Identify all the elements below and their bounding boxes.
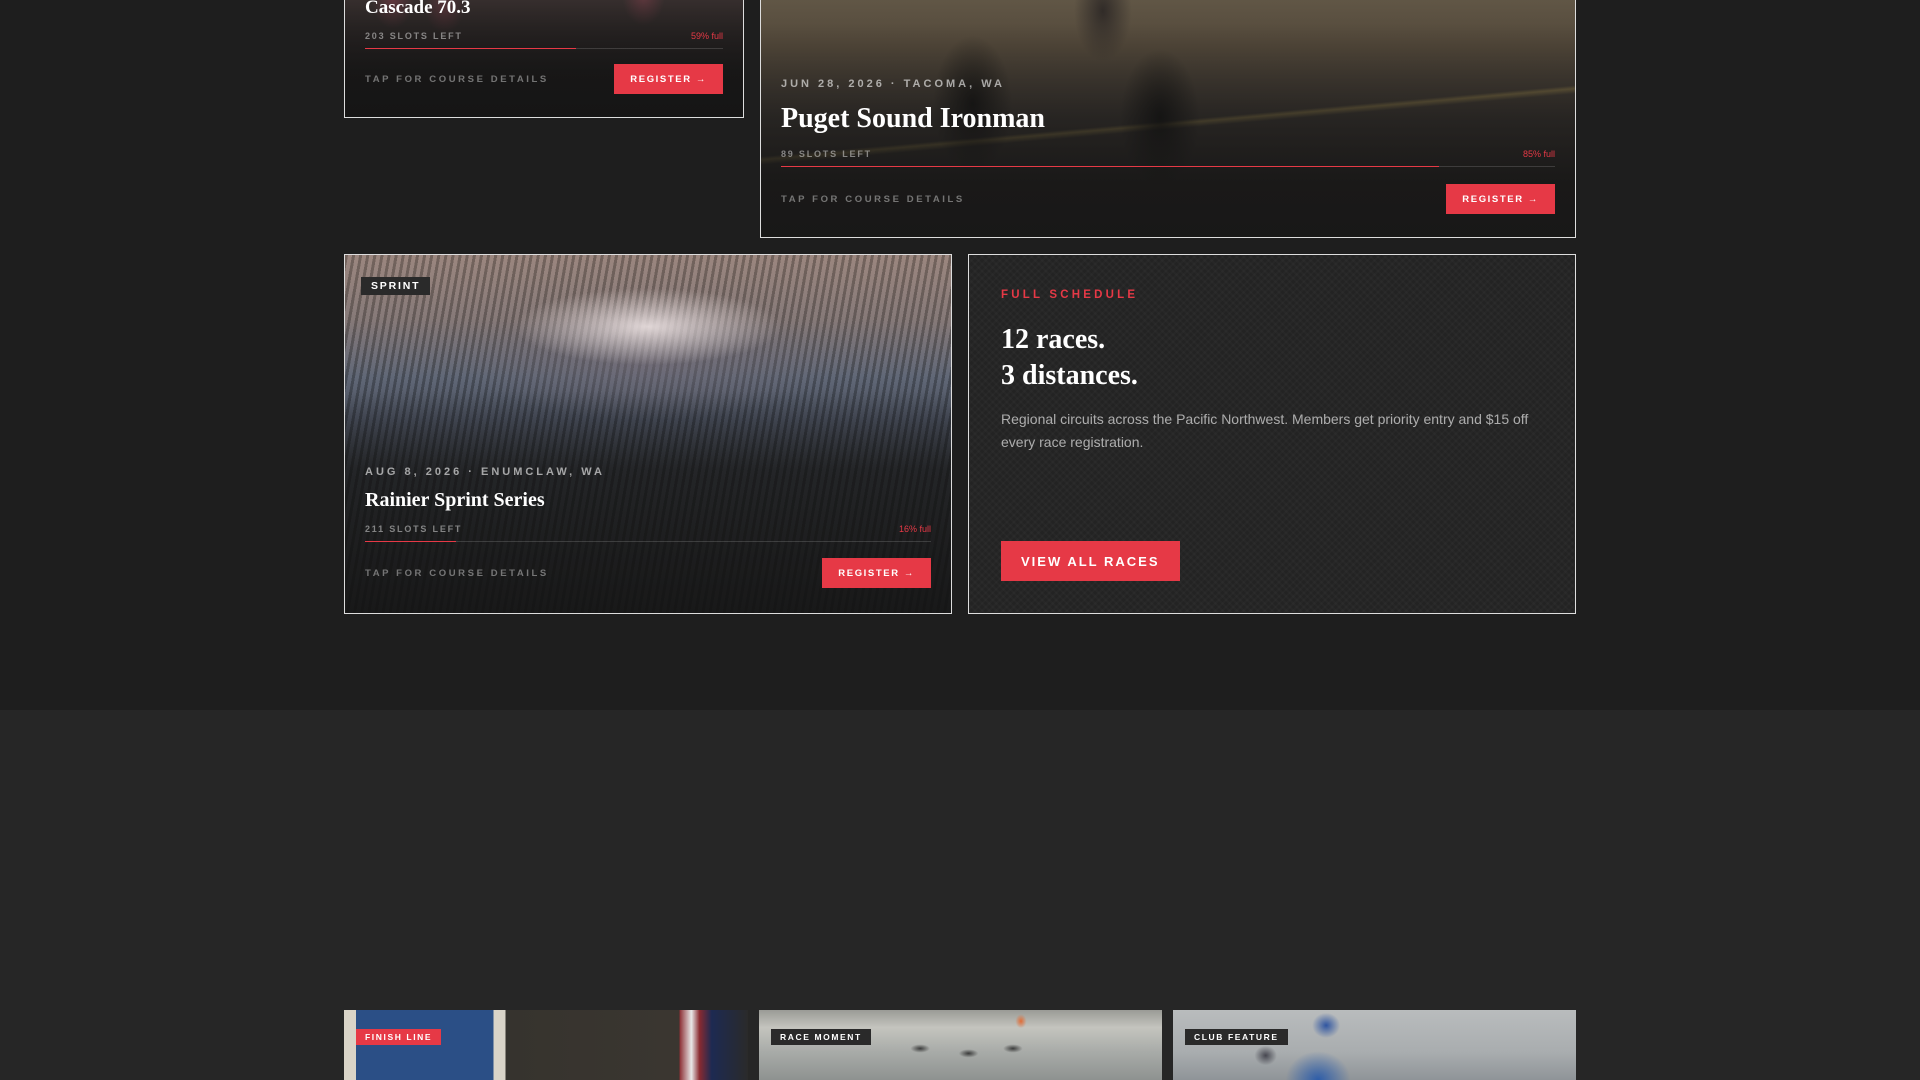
schedule-headline: 12 races. 3 distances. — [1001, 322, 1543, 394]
register-button[interactable]: REGISTER → — [1446, 184, 1555, 214]
capacity-bar — [781, 166, 1555, 167]
slots-left: 203 SLOTS LEFT — [365, 31, 463, 41]
headline-races: 12 races. — [1001, 324, 1106, 355]
race-date-location: AUG 8, 2026 · ENUMCLAW, WA — [365, 466, 605, 478]
gallery-photo — [344, 1010, 748, 1080]
gallery-item-finish-line[interactable]: FINISH LINE — [344, 1010, 748, 1080]
gallery-photo — [759, 1010, 1162, 1080]
gallery-badge: RACE MOMENT — [771, 1029, 871, 1045]
capacity-bar — [365, 48, 723, 49]
gallery-badge: FINISH LINE — [356, 1029, 442, 1045]
headline-distances: 3 distances. — [1001, 360, 1138, 391]
race-title: Puget Sound Ironman — [781, 103, 1046, 134]
register-button[interactable]: REGISTER → — [822, 558, 931, 588]
percent-full: 16% full — [898, 524, 931, 534]
slots-left: 211 SLOTS LEFT — [365, 524, 463, 534]
full-schedule-card: FULL SCHEDULE 12 races. 3 distances. Reg… — [968, 254, 1576, 614]
percent-full: 85% full — [1522, 149, 1555, 159]
capacity-bar — [365, 541, 931, 542]
schedule-description: Regional circuits across the Pacific Nor… — [1001, 411, 1529, 450]
course-details-link[interactable]: TAP FOR COURSE DETAILS — [781, 194, 965, 205]
course-details-link[interactable]: TAP FOR COURSE DETAILS — [365, 568, 549, 579]
gallery-item-race-moment[interactable]: RACE MOMENT — [759, 1010, 1162, 1080]
race-date-location: JUN 28, 2026 · TACOMA, WA — [781, 78, 1005, 90]
race-card-puget-sound[interactable]: JUN 28, 2026 · TACOMA, WA Puget Sound Ir… — [760, 0, 1576, 238]
capacity-fill — [365, 48, 577, 49]
race-title: Cascade 70.3 — [365, 0, 471, 18]
distance-badge: SPRINT — [361, 277, 431, 295]
course-details-link[interactable]: TAP FOR COURSE DETAILS — [365, 74, 549, 85]
gallery-item-club-feature[interactable]: CLUB FEATURE — [1173, 1010, 1576, 1080]
register-button[interactable]: REGISTER → — [614, 64, 723, 94]
schedule-eyebrow: FULL SCHEDULE — [1001, 289, 1139, 301]
race-card-cascade[interactable]: Cascade 70.3 203 SLOTS LEFT 59% full TAP… — [344, 0, 744, 118]
capacity-fill — [365, 541, 456, 542]
race-title: Rainier Sprint Series — [365, 489, 545, 511]
race-card-rainier-sprint[interactable]: SPRINT AUG 8, 2026 · ENUMCLAW, WA Rainie… — [344, 254, 952, 614]
percent-full: 59% full — [690, 31, 723, 41]
capacity-fill — [781, 166, 1439, 167]
gallery-photo — [1173, 1010, 1576, 1080]
view-all-races-button[interactable]: VIEW ALL RACES — [1001, 541, 1180, 581]
slots-left: 89 SLOTS LEFT — [781, 149, 872, 159]
gallery-badge: CLUB FEATURE — [1185, 1029, 1288, 1045]
